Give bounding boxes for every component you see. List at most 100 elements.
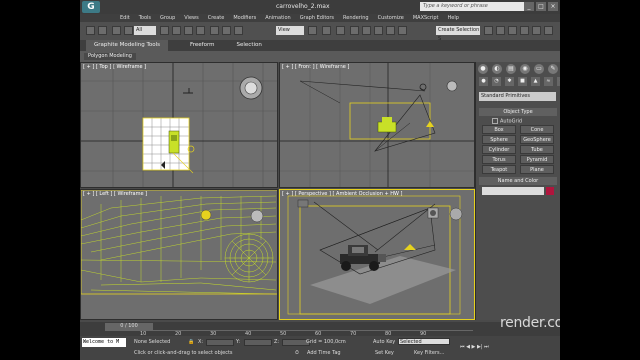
select-manipulate-icon[interactable] — [322, 26, 331, 35]
search-input[interactable]: Type a keyword or phrase — [420, 2, 530, 11]
pyramid-button[interactable]: Pyramid — [520, 155, 554, 164]
teapot-button[interactable]: Teapot — [482, 165, 516, 174]
geometry-icon[interactable]: ● — [479, 77, 488, 86]
unlink-icon[interactable] — [124, 26, 133, 35]
playback-controls[interactable]: ⏮ ◀ ▶ ▶| ⏭ — [460, 344, 489, 350]
lights-icon[interactable]: ✱ — [505, 77, 514, 86]
key-filters-button[interactable]: Key Filters... — [414, 350, 444, 356]
cameras-icon[interactable]: ■ — [518, 77, 527, 86]
keyboard-shortcut-icon[interactable] — [336, 26, 345, 35]
align-icon[interactable] — [496, 26, 505, 35]
maxscript-listener-input[interactable]: Welcome to M — [82, 338, 126, 347]
name-color-rollout-header[interactable]: Name and Color — [479, 177, 557, 185]
minimize-button[interactable]: _ — [524, 2, 534, 11]
percent-snap-icon[interactable] — [374, 26, 383, 35]
pivot-center-icon[interactable] — [308, 26, 317, 35]
time-slider[interactable]: 0 / 100 — [105, 323, 153, 330]
viewport-top[interactable]: [ + ] [ Top ] [ Wireframe ] — [80, 62, 278, 188]
cylinder-button[interactable]: Cylinder — [482, 145, 516, 154]
tab-freeform[interactable]: Freeform — [190, 40, 215, 51]
mirror-icon[interactable] — [484, 26, 493, 35]
front-view-wireframe — [280, 63, 474, 187]
autogrid-checkbox[interactable]: AutoGrid — [492, 118, 522, 125]
lock-selection-icon[interactable]: 🔒 — [188, 339, 194, 345]
redo-icon[interactable] — [98, 26, 107, 35]
scale-icon[interactable] — [234, 26, 243, 35]
reference-coord-dropdown[interactable]: View — [276, 26, 304, 35]
time-tag-icon[interactable]: ⏱ — [295, 350, 299, 356]
x-coord-field[interactable] — [206, 339, 234, 346]
menu-tools[interactable]: Tools — [139, 14, 151, 22]
plane-button[interactable]: Plane — [520, 165, 554, 174]
render-setup-icon[interactable] — [532, 26, 541, 35]
edit-named-selection-icon[interactable] — [398, 26, 407, 35]
select-object-icon[interactable] — [160, 26, 169, 35]
maximize-button[interactable]: □ — [536, 2, 546, 11]
systems-icon[interactable]: ✦ — [557, 77, 560, 86]
add-time-tag-button[interactable]: Add Time Tag — [307, 350, 341, 356]
snaps-toggle-icon[interactable] — [350, 26, 359, 35]
move-icon[interactable] — [210, 26, 219, 35]
link-icon[interactable] — [112, 26, 121, 35]
key-mode-dropdown[interactable]: Selected — [398, 338, 450, 345]
menu-create[interactable]: Create — [208, 14, 225, 22]
named-selection-dropdown[interactable]: Create Selection S — [436, 26, 480, 42]
auto-key-button[interactable]: Auto Key — [373, 339, 395, 345]
app-logo-button[interactable]: G — [82, 1, 100, 13]
menu-edit[interactable]: Edit — [120, 14, 130, 22]
utilities-tab-icon[interactable]: ✎ — [548, 64, 558, 74]
helpers-icon[interactable]: ▲ — [531, 77, 540, 86]
layer-manager-icon[interactable] — [508, 26, 517, 35]
menu-group[interactable]: Group — [160, 14, 175, 22]
torus-button[interactable]: Torus — [482, 155, 516, 164]
undo-icon[interactable] — [86, 26, 95, 35]
viewport-front[interactable]: [ + ] [ Front ] [ Wireframe ] — [279, 62, 475, 188]
motion-tab-icon[interactable]: ◉ — [520, 64, 530, 74]
modify-tab-icon[interactable]: ◐ — [492, 64, 502, 74]
create-tab-icon[interactable]: ● — [478, 64, 488, 74]
select-by-name-icon[interactable] — [172, 26, 181, 35]
angle-snap-icon[interactable] — [362, 26, 371, 35]
close-button[interactable]: × — [548, 2, 558, 11]
menu-rendering[interactable]: Rendering — [343, 14, 369, 22]
menu-views[interactable]: Views — [184, 14, 198, 22]
viewcube-perspective — [449, 207, 463, 221]
render-icon[interactable] — [544, 26, 553, 35]
time-slider-bar: 0 / 100 10 20 30 40 50 60 70 80 90 — [80, 322, 560, 337]
shapes-icon[interactable]: ◔ — [492, 77, 501, 86]
set-key-button[interactable]: Set Key — [375, 350, 394, 356]
menu-help[interactable]: Help — [448, 14, 459, 22]
region-select-icon[interactable] — [184, 26, 193, 35]
menu-graph-editors[interactable]: Graph Editors — [300, 14, 334, 22]
menu-animation[interactable]: Animation — [265, 14, 291, 22]
spinner-snap-icon[interactable] — [386, 26, 395, 35]
tab-graphite-modeling-tools[interactable]: Graphite Modeling Tools — [86, 40, 169, 51]
material-editor-icon[interactable] — [520, 26, 529, 35]
tube-button[interactable]: Tube — [520, 145, 554, 154]
menu-maxscript[interactable]: MAXScript — [413, 14, 439, 22]
menu-modifiers[interactable]: Modifiers — [233, 14, 256, 22]
viewport-left[interactable]: [ + ] [ Left ] [ Wireframe ] — [80, 189, 278, 320]
y-coord-field[interactable] — [244, 339, 272, 346]
primitive-category-dropdown[interactable]: Standard Primitives — [479, 92, 556, 101]
window-crossing-icon[interactable] — [196, 26, 205, 35]
selection-filter-dropdown[interactable]: All — [134, 26, 156, 35]
tab-selection[interactable]: Selection — [237, 40, 262, 51]
sphere-button[interactable]: Sphere — [482, 135, 516, 144]
geosphere-button[interactable]: GeoSphere — [520, 135, 554, 144]
viewport-perspective[interactable]: [ + ] [ Perspective ] [ Ambient Occlusio… — [279, 189, 475, 320]
cone-button[interactable]: Cone — [520, 125, 554, 134]
display-tab-icon[interactable]: ▭ — [534, 64, 544, 74]
menu-customize[interactable]: Customize — [378, 14, 404, 22]
box-button[interactable]: Box — [482, 125, 516, 134]
viewcube-left — [250, 209, 264, 223]
polygon-modeling-panel-button[interactable]: Polygon Modeling — [84, 53, 136, 60]
spacewarps-icon[interactable]: ≈ — [544, 77, 553, 86]
object-type-rollout-header[interactable]: Object Type — [479, 108, 557, 116]
rotate-icon[interactable] — [222, 26, 231, 35]
render-watermark: render.com.br — [500, 315, 560, 331]
object-name-input[interactable] — [482, 187, 544, 195]
object-color-swatch[interactable] — [546, 187, 554, 195]
hierarchy-tab-icon[interactable]: ▤ — [506, 64, 516, 74]
create-categories: ● ◔ ✱ ■ ▲ ≈ ✦ — [479, 77, 560, 86]
